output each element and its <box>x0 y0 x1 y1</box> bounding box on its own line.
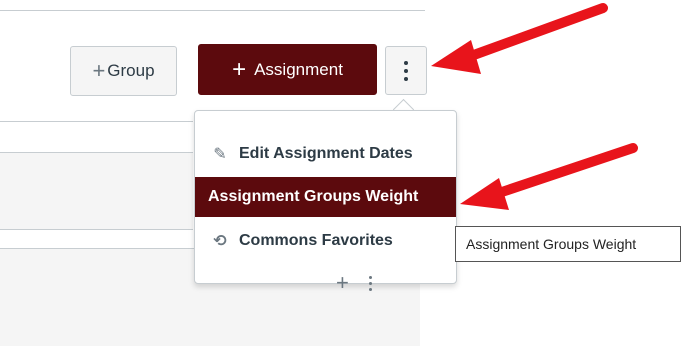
menu-item-label: Edit Assignment Dates <box>239 145 413 162</box>
menu-item-commons-favorites[interactable]: ⟲ Commons Favorites <box>195 221 454 261</box>
menu-item-assignment-groups-weight[interactable]: Assignment Groups Weight <box>195 177 456 217</box>
vertical-ellipsis-icon[interactable] <box>368 275 372 291</box>
commons-icon: ⟲ <box>213 233 227 250</box>
more-options-button[interactable] <box>385 46 427 95</box>
group-row-tools: + <box>336 270 372 296</box>
add-assignment-to-group-icon[interactable]: + <box>336 270 349 296</box>
arrow-pointing-to-more-button <box>431 3 608 74</box>
assignment-group-header <box>0 152 193 230</box>
pencil-icon: ✎ <box>213 146 227 163</box>
top-divider <box>0 10 425 11</box>
add-group-label: Group <box>107 61 155 80</box>
add-group-button[interactable]: + Group <box>70 46 177 96</box>
menu-item-edit-assignment-dates[interactable]: ✎ Edit Assignment Dates <box>195 134 454 174</box>
plus-icon: + <box>92 58 106 83</box>
tooltip: Assignment Groups Weight <box>455 226 681 262</box>
menu-item-label: Commons Favorites <box>239 232 393 249</box>
arrow-pointing-to-weight-item <box>460 143 638 210</box>
section-divider <box>0 121 193 122</box>
plus-icon: + <box>232 55 247 83</box>
add-assignment-button[interactable]: + Assignment <box>198 44 377 95</box>
menu-item-label: Assignment Groups Weight <box>208 188 419 205</box>
vertical-ellipsis-icon <box>404 60 408 81</box>
add-assignment-label: Assignment <box>254 59 343 79</box>
